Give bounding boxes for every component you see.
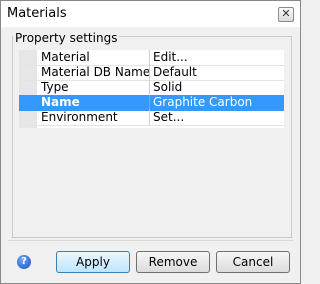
property-value[interactable]: Edit... bbox=[153, 51, 188, 64]
close-icon: ✕ bbox=[281, 7, 291, 20]
property-settings-label: Property settings bbox=[13, 31, 120, 45]
cancel-button[interactable]: Cancel bbox=[216, 251, 290, 273]
property-name: Material DB Name bbox=[41, 65, 151, 79]
remove-button[interactable]: Remove bbox=[136, 251, 210, 273]
apply-button[interactable]: Apply bbox=[56, 251, 130, 273]
column-separator bbox=[149, 65, 150, 80]
window-title: Materials bbox=[7, 6, 67, 21]
column-separator bbox=[149, 80, 150, 95]
property-name: Type bbox=[41, 80, 69, 94]
column-separator bbox=[149, 95, 150, 110]
title-bar: Materials ✕ bbox=[1, 1, 300, 27]
property-name: Environment bbox=[41, 110, 118, 124]
property-grid: Material Edit... Material DB Name Defaul… bbox=[19, 50, 284, 128]
property-row-material[interactable]: Material Edit... bbox=[19, 50, 284, 66]
property-name: Name bbox=[41, 95, 80, 109]
close-button[interactable]: ✕ bbox=[278, 7, 294, 22]
property-value[interactable]: Graphite Carbon bbox=[153, 96, 252, 109]
property-value[interactable]: Set... bbox=[153, 111, 184, 124]
materials-dialog: Materials ✕ Property settings Material E… bbox=[0, 0, 301, 284]
property-name: Material bbox=[41, 50, 90, 64]
property-value[interactable]: Default bbox=[153, 66, 197, 79]
footer-divider bbox=[8, 240, 294, 241]
column-separator bbox=[149, 110, 150, 125]
property-row-type[interactable]: Type Solid bbox=[19, 80, 284, 96]
property-row-name[interactable]: Name Graphite Carbon bbox=[19, 95, 284, 111]
property-row-environment[interactable]: Environment Set... bbox=[19, 110, 284, 126]
property-value[interactable]: Solid bbox=[153, 81, 182, 94]
property-row-material-db-name[interactable]: Material DB Name Default bbox=[19, 65, 284, 81]
help-icon[interactable]: ? bbox=[17, 255, 31, 269]
column-separator bbox=[149, 50, 150, 65]
